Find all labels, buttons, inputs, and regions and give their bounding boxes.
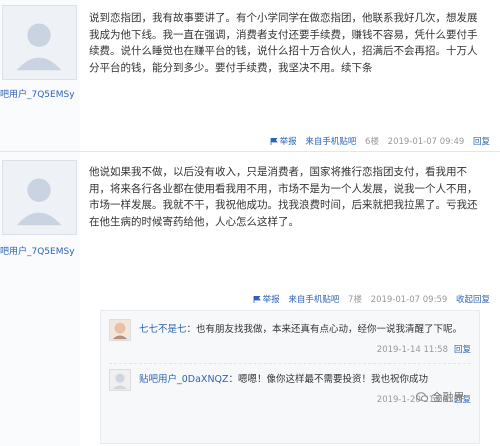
default-avatar-icon [112, 373, 128, 390]
reply-content: ：也有朋友找我做，本来还真有点心动，经你一说我清醒了下呢。 [186, 324, 463, 335]
wechat-icon [416, 392, 428, 402]
username-link[interactable]: 吧用户_7Q5EMSy [0, 87, 75, 100]
reply-meta: 2019-1-14 11:58 回复 [377, 343, 471, 355]
avatar[interactable] [2, 160, 77, 235]
post-time: 2019-01-07 09:49 [387, 137, 465, 147]
reply-text: 七七不是七：也有朋友找我做，本来还真有点心动，经你一说我清醒了下呢。 [139, 321, 462, 335]
report-link[interactable]: 举报 [263, 295, 280, 305]
post-time: 2019-01-07 09:59 [370, 295, 448, 305]
reply-button[interactable]: 回复 [454, 345, 471, 355]
reply-time: 2019-1-14 11:58 [376, 345, 448, 355]
default-avatar-icon [16, 23, 62, 71]
reply-content: ：嗯嗯！像你这样最不需要投资！我也祝你成功 [228, 374, 429, 385]
post-content: 他说如果我不做，以后没有收入，只是消费者，国家将推行恋指团支付，看我用不用，将来… [89, 166, 478, 228]
user-column: 吧用户_7Q5EMSy [0, 0, 80, 151]
sub-reply-item: 七七不是七：也有朋友找我做，本来还真有点心动，经你一说我清醒了下呢。 2019-… [109, 319, 471, 359]
reply-text: 贴吧用户_0DaXNQZ：嗯嗯！像你这样最不需要投资！我也祝你成功 [139, 371, 428, 385]
avatar[interactable] [2, 5, 77, 80]
report-link[interactable]: 举报 [280, 137, 297, 147]
collapse-replies-link[interactable]: 收起回复 [456, 295, 490, 305]
post-meta: 举报 来自手机贴吧 6楼 2019-01-07 09:49 回复 [270, 135, 490, 147]
reply-username[interactable]: 七七不是七 [139, 324, 187, 335]
source-link[interactable]: 来自手机贴吧 [305, 137, 356, 147]
report-flag-icon [270, 138, 278, 145]
default-avatar-icon [16, 178, 62, 226]
post-floor-6: 吧用户_7Q5EMSy 说到恋指团，我有故事要讲了。有个小学同学在做恋指团，他联… [0, 0, 500, 152]
floor-number: 7楼 [348, 295, 362, 305]
watermark-text: 金融界 [431, 391, 465, 404]
watermark: 金融界 [416, 389, 465, 405]
username-link[interactable]: 吧用户_7Q5EMSy [0, 244, 75, 257]
reply-avatar[interactable] [109, 369, 131, 391]
report-flag-icon [253, 296, 261, 303]
reply-divider [109, 363, 471, 364]
anime-avatar-icon [112, 322, 128, 340]
post-meta: 举报 来自手机贴吧 7楼 2019-01-07 09:59 收起回复 [253, 293, 490, 305]
floor-number: 6楼 [365, 137, 379, 147]
reply-avatar[interactable] [109, 319, 131, 341]
user-column: 吧用户_7Q5EMSy [0, 152, 80, 446]
reply-username[interactable]: 贴吧用户_0DaXNQZ [139, 374, 229, 385]
sub-reply-list: 七七不是七：也有朋友找我做，本来还真有点心动，经你一说我清醒了下呢。 2019-… [100, 310, 480, 444]
post-content: 说到恋指团，我有故事要讲了。有个小学同学在做恋指团，他联系我好几次，想发展我成为… [89, 12, 478, 74]
reply-link[interactable]: 回复 [473, 137, 490, 147]
source-link[interactable]: 来自手机贴吧 [288, 295, 339, 305]
